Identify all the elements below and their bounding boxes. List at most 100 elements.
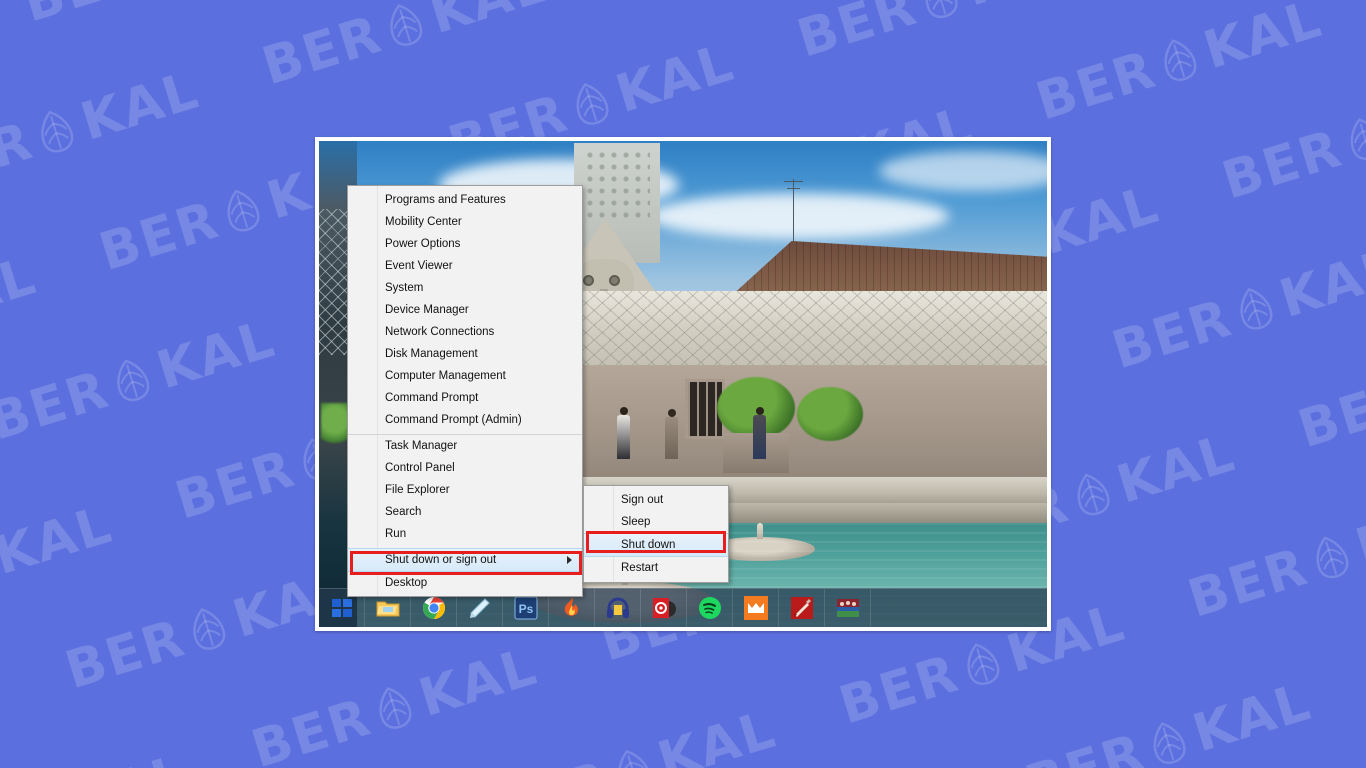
google-chrome-icon [422, 597, 445, 619]
watermark-berokal: BERKAL [256, 0, 556, 97]
menu-item-label: Sleep [621, 516, 651, 528]
menu-item-network-connections[interactable]: Network Connections [348, 321, 582, 343]
shutdown-submenu[interactable]: Sign out Sleep Shut down Restart [583, 485, 729, 583]
submenu-item-shut-down[interactable]: Shut down [584, 533, 728, 557]
watermark-text-left: BER [1019, 723, 1152, 768]
watermark-berokal: BERKAL [0, 495, 119, 639]
menu-item-programs-and-features[interactable]: Programs and Features [348, 189, 582, 211]
leaf-icon [30, 104, 84, 160]
watermark-berokal: BERKAL [0, 743, 195, 768]
menu-item-disk-management[interactable]: Disk Management [348, 343, 582, 365]
leaf-icon [106, 352, 160, 408]
watermark-text-left: BER [1181, 537, 1316, 630]
taskbar-item-sports-game[interactable] [825, 589, 871, 627]
menu-item-task-manager[interactable]: Task Manager [348, 434, 582, 457]
page-root: BER KAL BER KAL BER KAL BER KAL BER KAL BER KAL BER K… [0, 0, 1366, 768]
menu-item-control-panel[interactable]: Control Panel [348, 457, 582, 479]
menu-item-run[interactable]: Run [348, 523, 582, 545]
watermark-text-left: BER [1291, 367, 1366, 461]
menu-item-mobility-center[interactable]: Mobility Center [348, 211, 582, 233]
menu-item-shut-down-or-sign-out[interactable]: Shut down or sign out [348, 548, 582, 572]
watermark-berokal: BER KAL [790, 0, 1090, 70]
leaf-icon [1229, 281, 1283, 337]
watermark-text-right: KAL [1349, 486, 1366, 579]
win-x-context-menu[interactable]: Programs and Features Mobility Center Powe… [347, 185, 583, 597]
headphones-icon [606, 597, 629, 618]
menu-item-label: Restart [621, 562, 659, 574]
menu-item-search[interactable]: Search [348, 501, 582, 523]
watermark-text-right: KAL [0, 494, 120, 588]
submenu-item-sign-out[interactable]: Sign out [584, 489, 728, 511]
leaf-icon [1066, 467, 1120, 523]
leaf-icon [1142, 715, 1196, 768]
menu-item-command-prompt-admin[interactable]: Command Prompt (Admin) [348, 409, 582, 431]
file-explorer-icon [376, 601, 399, 617]
menu-item-label: Programs and Features [385, 194, 506, 206]
watermark-berokal: BERKAL [1291, 317, 1366, 461]
watermark-text-left: BER [1215, 118, 1350, 212]
menu-item-label: Disk Management [385, 348, 478, 360]
windows-start-icon [331, 599, 352, 617]
submenu-item-sleep[interactable]: Sleep [584, 511, 728, 533]
menu-item-computer-management[interactable]: Computer Management [348, 365, 582, 387]
menu-item-file-explorer[interactable]: File Explorer [348, 479, 582, 501]
menu-item-system[interactable]: System [348, 277, 582, 299]
menu-item-label: Control Panel [385, 462, 455, 474]
watermark-berokal: BER KAL [0, 309, 282, 453]
leaf-icon [369, 680, 423, 736]
menu-item-label: Run [385, 528, 407, 540]
cloud [649, 193, 949, 239]
watermark-berokal: BERKAL [1216, 68, 1366, 212]
watermark-text-left: BER [0, 359, 117, 453]
watermark-text-left: BER [790, 0, 925, 70]
leaf-icon [379, 0, 433, 53]
menu-item-command-prompt[interactable]: Command Prompt [348, 387, 582, 409]
watermark-berokal: BER KAL [484, 699, 784, 768]
watermark-text-right: KAL [1186, 671, 1319, 765]
menu-item-label: Search [385, 506, 422, 518]
menu-item-device-manager[interactable]: Device Manager [348, 299, 582, 321]
dota-sword-icon [790, 597, 813, 619]
menu-item-label: Power Options [385, 238, 461, 250]
menu-item-event-viewer[interactable]: Event Viewer [348, 255, 582, 277]
taskbar-item-spotify[interactable] [687, 589, 733, 627]
menu-item-power-options[interactable]: Power Options [348, 233, 582, 255]
media-player-icon [743, 596, 768, 620]
watermark-text-left: BER [832, 643, 967, 737]
watermark-berokal: BER KAL [1182, 486, 1366, 630]
watermark-text-left: BER [1105, 288, 1239, 382]
watermark-text-right: KAL [63, 743, 195, 768]
taskbar-item-media-player[interactable] [733, 589, 779, 627]
watermark-text-right: KAL [651, 699, 784, 768]
menu-item-label: Sign out [621, 494, 664, 506]
taskbar-item-record-target[interactable] [641, 589, 687, 627]
menu-item-desktop[interactable]: Desktop [348, 572, 582, 594]
leaf-icon [1305, 530, 1359, 586]
menu-item-label: Network Connections [385, 326, 495, 338]
taskbar-item-dota[interactable] [779, 589, 825, 627]
leaf-icon [182, 601, 236, 657]
watermark-berokal: BERKAL [59, 558, 359, 702]
watermark-text-left: BER [484, 750, 617, 768]
leaf-icon [956, 636, 1010, 692]
watermark-text-right: KAL [1197, 0, 1330, 82]
watermark-text-left: BER [58, 608, 193, 702]
notepad-icon [469, 598, 490, 618]
menu-item-label: Command Prompt (Admin) [385, 414, 522, 426]
menu-item-label: Shut down [621, 539, 676, 551]
watermark-text-left: BER [17, 0, 150, 34]
photoshop-icon: Ps [514, 596, 537, 620]
sports-game-icon [836, 599, 859, 617]
watermark-text-right: KAL [423, 0, 555, 46]
watermark-text-right: KAL [74, 60, 207, 153]
submenu-item-restart[interactable]: Restart [584, 557, 728, 579]
watermark-text-right: KAL [150, 309, 283, 402]
carved-face-eye [609, 275, 620, 286]
leaf-icon [565, 76, 619, 132]
watermark-text-right: KAL [958, 0, 1090, 18]
taskbar-item-headphones[interactable] [595, 589, 641, 627]
menu-item-label: Desktop [385, 577, 428, 589]
leaf-icon [216, 183, 270, 239]
menu-item-label: Command Prompt [385, 392, 479, 404]
person [753, 407, 766, 459]
